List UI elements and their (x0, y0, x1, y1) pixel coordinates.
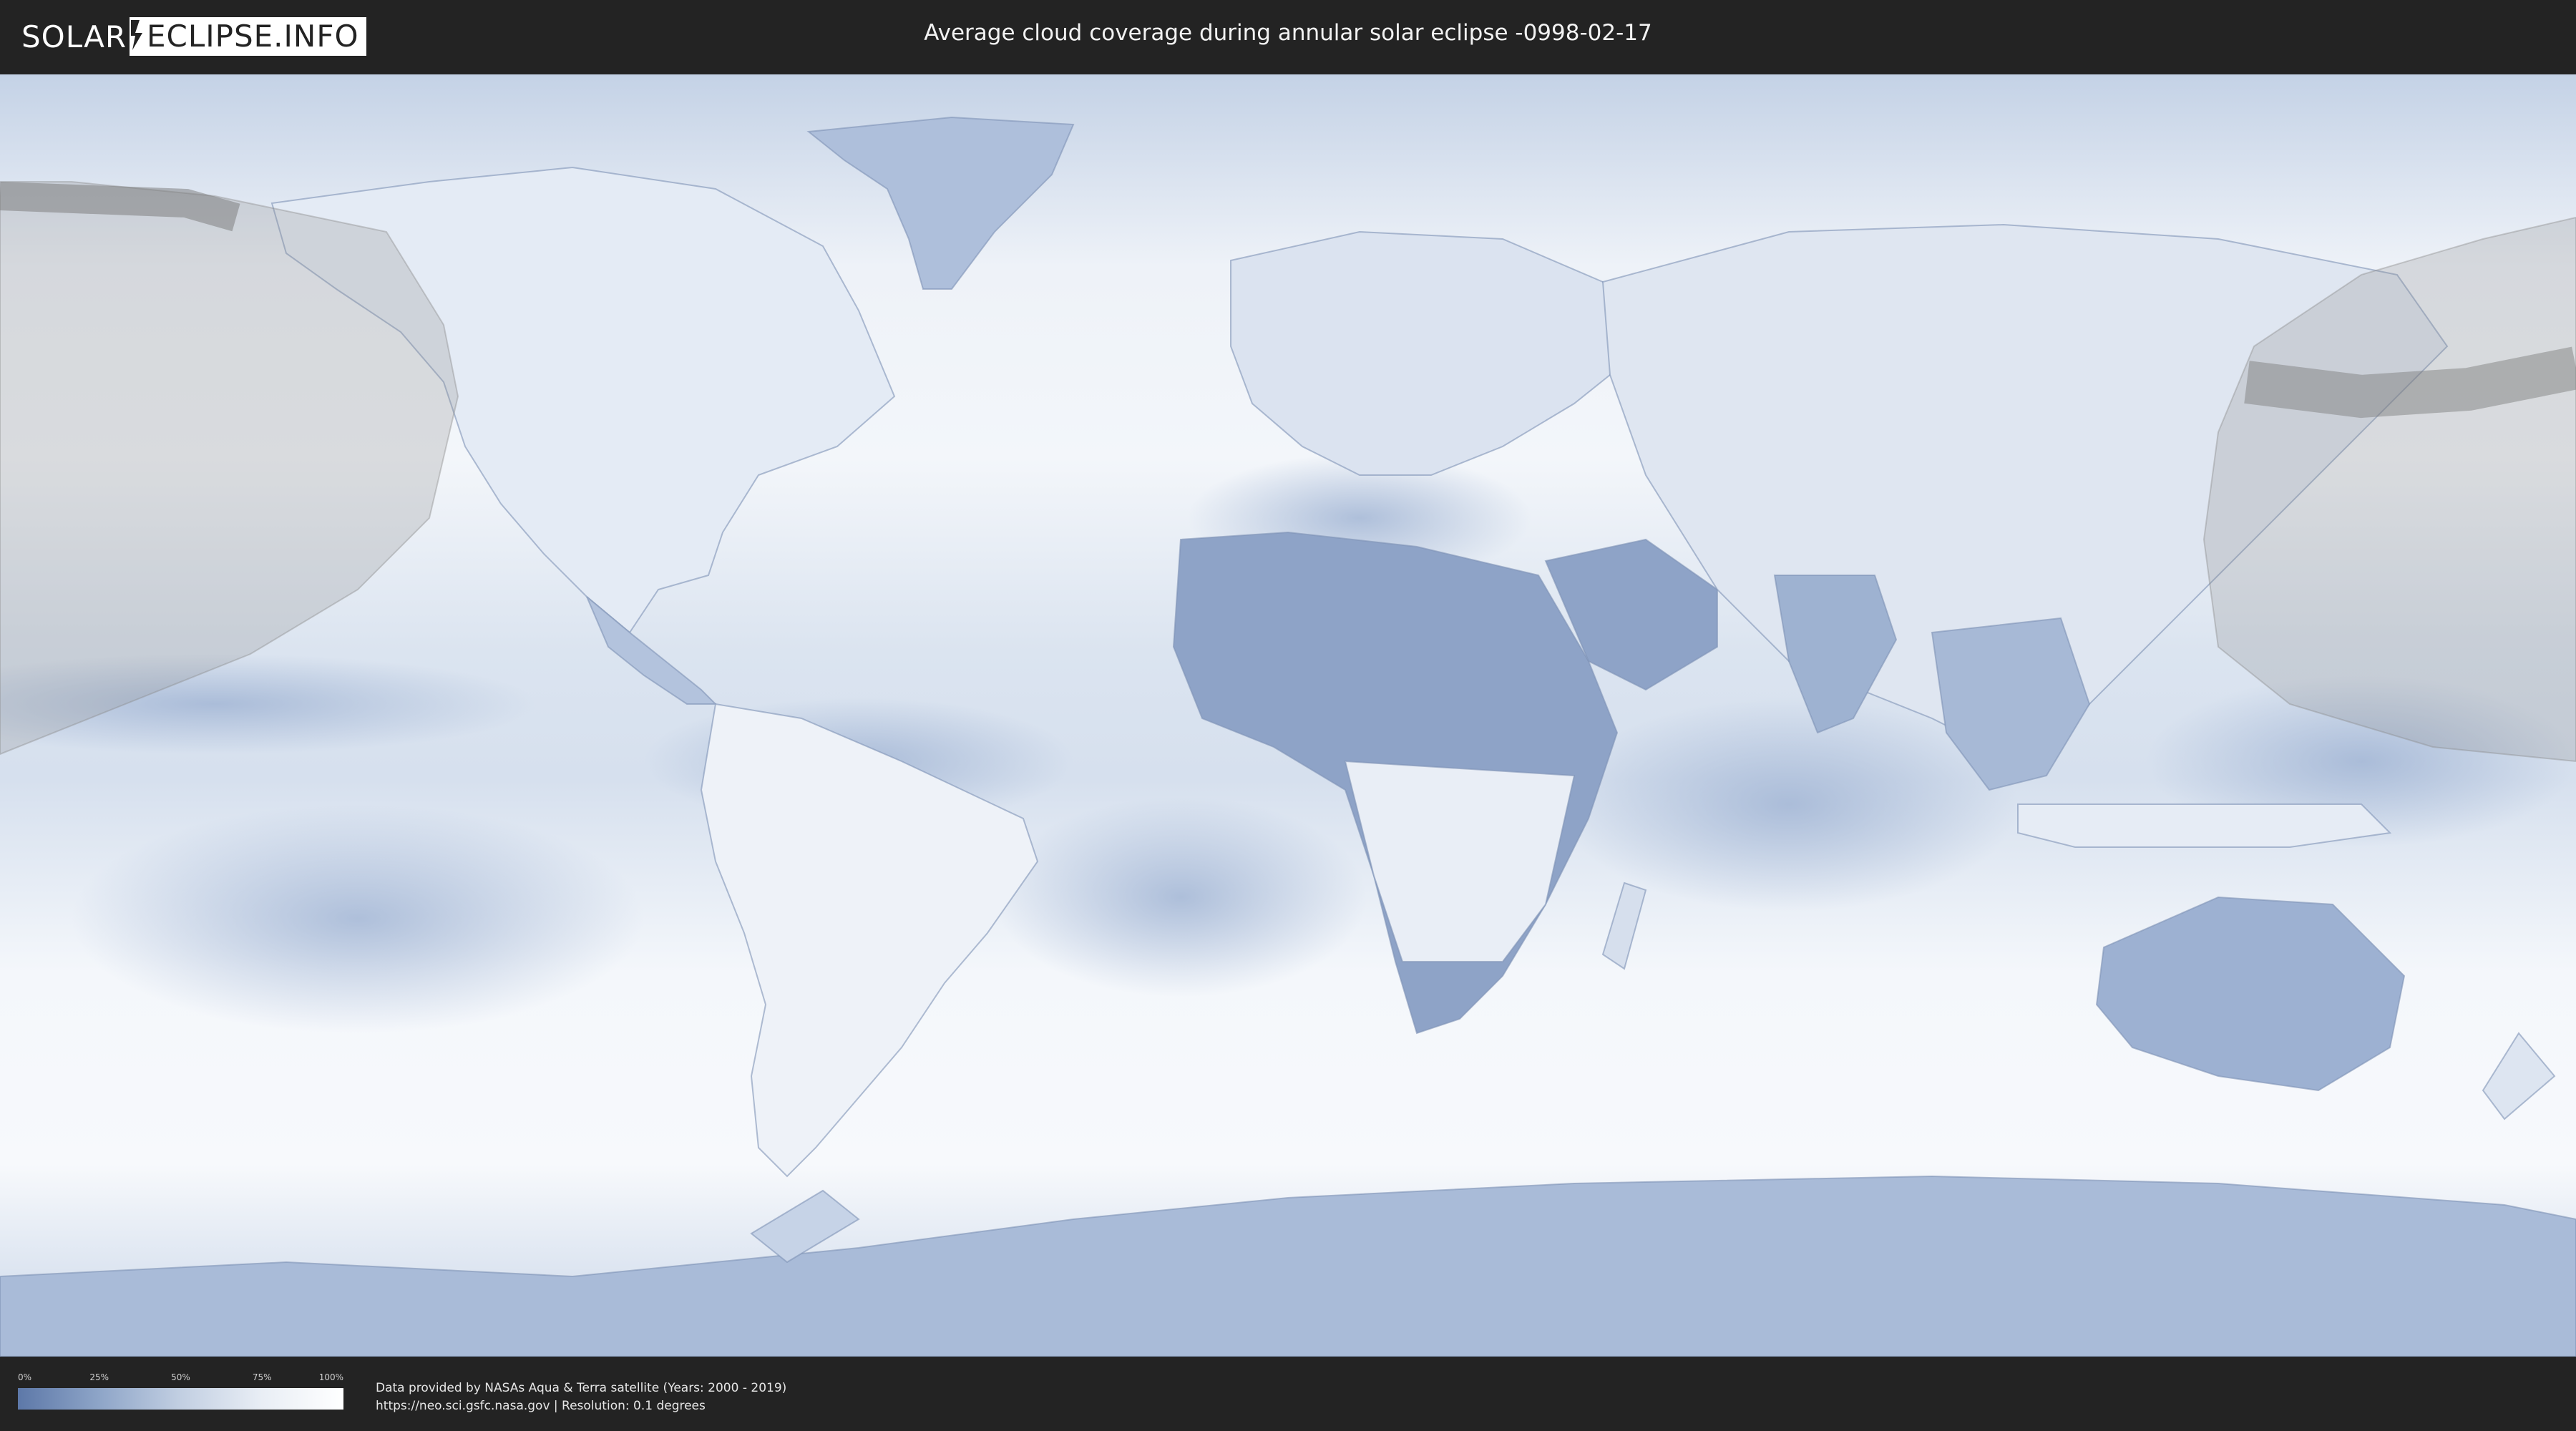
legend-ticks: 0% 25% 50% 75% 100% (18, 1372, 343, 1387)
data-credits: Data provided by NASAs Aqua & Terra sate… (376, 1379, 786, 1415)
page-title: Average cloud coverage during annular so… (924, 20, 1652, 46)
cloud-coverage-legend: 0% 25% 50% 75% 100% (18, 1372, 343, 1410)
header-bar: SOLAR ECLIPSE.INFO Average cloud coverag… (0, 0, 2576, 72)
legend-tick-100: 100% (318, 1372, 343, 1382)
credits-line-source: Data provided by NASAs Aqua & Terra sate… (376, 1381, 787, 1395)
legend-tick-50: 50% (171, 1372, 190, 1382)
legend-tick-0: 0% (18, 1372, 32, 1382)
credits-line-resolution: https://neo.sci.gsfc.nasa.gov | Resoluti… (376, 1399, 706, 1413)
cloud-coverage-map (0, 74, 2576, 1357)
legend-tick-25: 25% (89, 1372, 109, 1382)
legend-color-bar (18, 1388, 343, 1410)
footer-bar: 0% 25% 50% 75% 100% Data provided by NAS… (0, 1357, 2576, 1431)
eclipse-central-line-east (2244, 346, 2576, 419)
world-map (0, 74, 2576, 1357)
landmass-indonesia (2017, 804, 2392, 848)
legend-tick-75: 75% (252, 1372, 272, 1382)
